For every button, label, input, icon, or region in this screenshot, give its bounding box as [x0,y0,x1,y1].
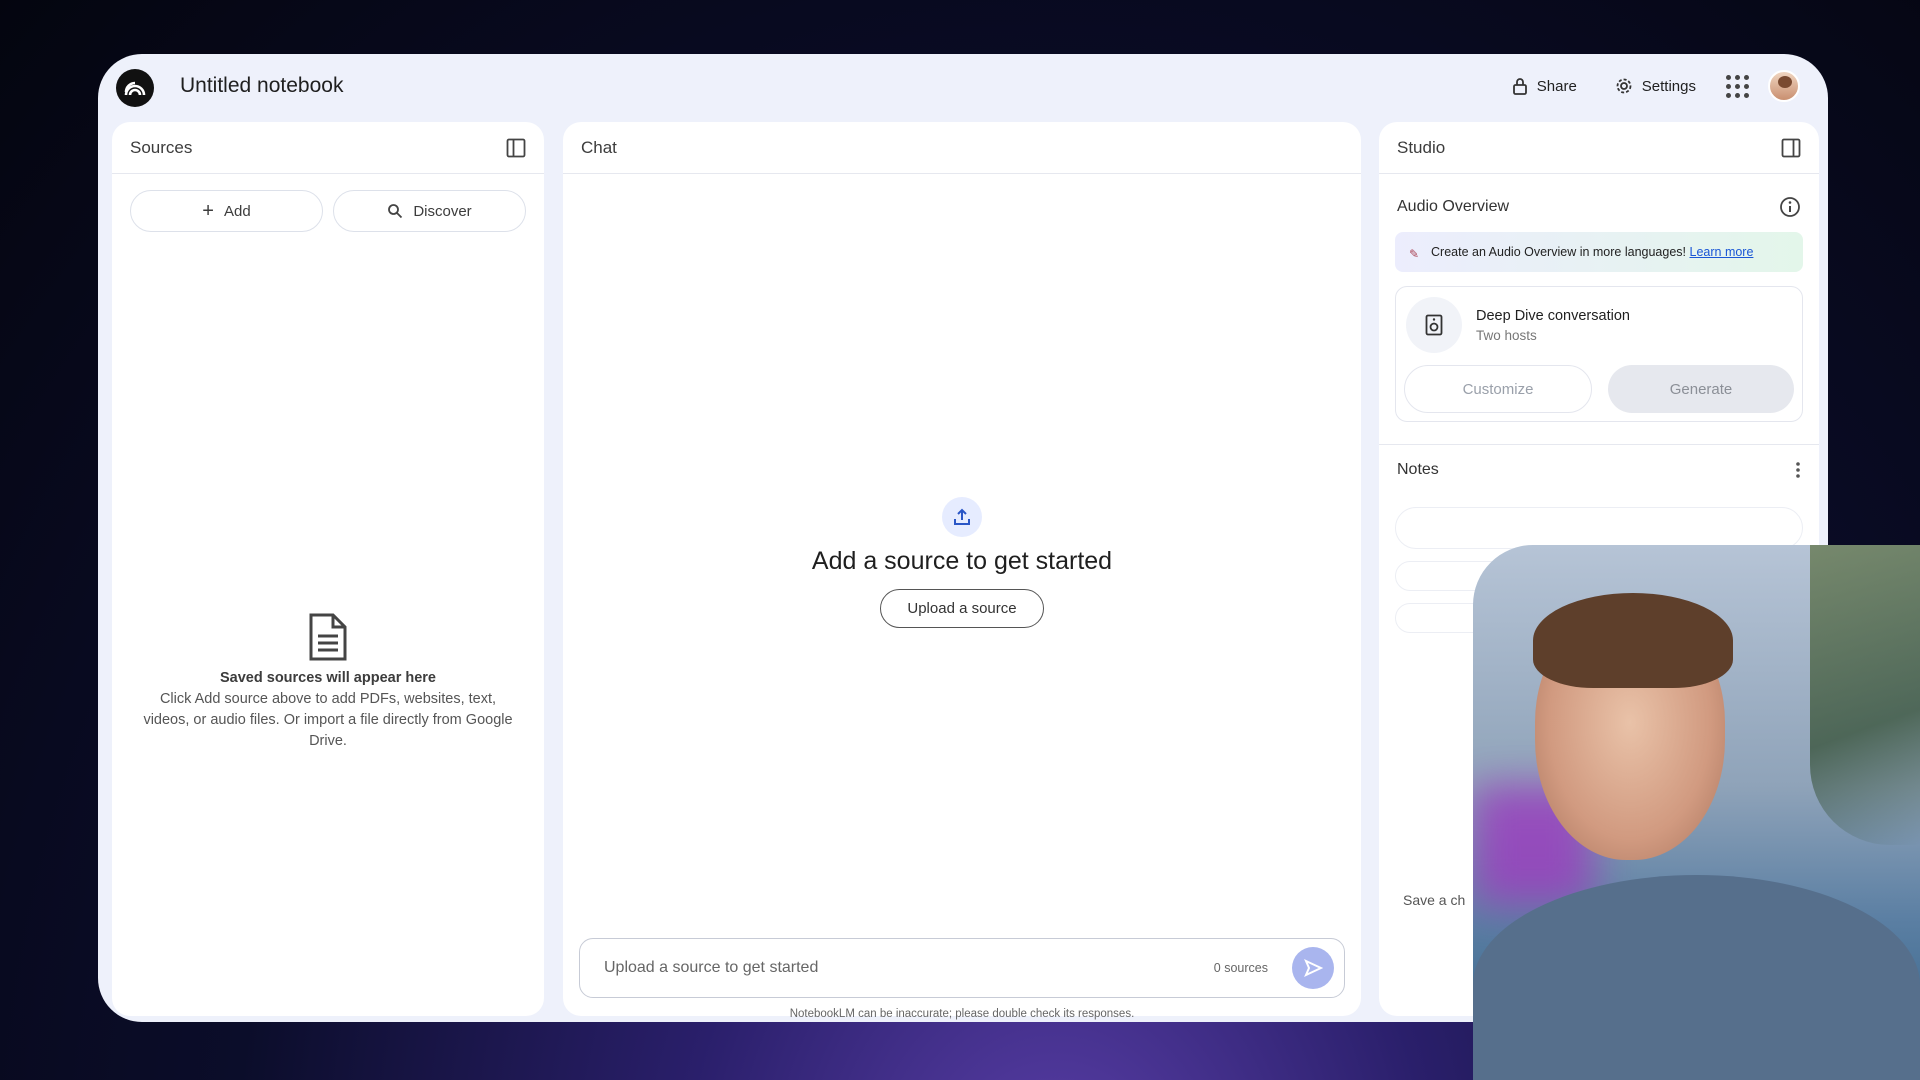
discover-search-icon [388,204,403,219]
upload-source-button[interactable]: Upload a source [880,589,1044,628]
top-actions: Share Settings [1502,70,1800,102]
send-button[interactable] [1292,947,1334,989]
webcam-plant [1810,545,1920,845]
promo-text: Create an Audio Overview in more languag… [1431,245,1687,259]
notebooklm-logo-icon[interactable] [116,69,154,107]
audio-promo-banner: ✎ Create an Audio Overview in more langu… [1395,232,1803,272]
add-source-button[interactable]: + Add [130,190,323,232]
lock-icon [1512,78,1527,95]
customize-button[interactable]: Customize [1404,365,1592,413]
share-label: Share [1536,77,1577,95]
chat-headline: Add a source to get started [811,547,1113,575]
gear-icon [1616,78,1632,94]
empty-sources-title: Saved sources will appear here [220,670,436,686]
share-button[interactable]: Share [1502,71,1587,101]
chat-empty-state: Add a source to get started Upload a sou… [563,497,1361,628]
settings-button[interactable]: Settings [1605,71,1706,101]
chat-input[interactable] [604,959,1214,977]
chat-title: Chat [581,137,617,157]
disclaimer: NotebookLM can be inaccurate; please dou… [789,1008,1135,1020]
upload-icon[interactable] [942,497,982,537]
webcam-overlay [1473,545,1920,1080]
plus-icon: + [202,200,214,222]
sparkle-icon: ✎ [1409,247,1420,261]
sources-header: Sources [112,122,544,174]
deep-dive-title: Deep Dive conversation [1476,307,1630,324]
chat-panel: Chat Add a source to get started Upload … [563,122,1361,1016]
notebook-title[interactable]: Untitled notebook [180,74,343,98]
deep-dive-card: Deep Dive conversation Two hosts Customi… [1395,286,1803,422]
add-label: Add [223,202,251,220]
studio-divider [1379,444,1819,445]
info-icon[interactable] [1779,196,1801,218]
deep-dive-subtitle: Two hosts [1476,327,1537,343]
webcam-person-hair [1533,593,1733,688]
more-vert-icon[interactable] [1795,461,1801,479]
chat-input-box[interactable]: 0 sources [579,938,1345,998]
speaker-icon [1406,297,1462,353]
discover-label: Discover [413,202,472,220]
send-icon [1304,958,1323,978]
sources-panel: Sources + Add Discover Saved sources wil… [112,122,544,1016]
notes-header: Notes [1379,461,1819,479]
notes-title: Notes [1397,461,1439,478]
generate-button[interactable]: Generate [1608,365,1794,413]
source-count: 0 sources [1213,961,1268,975]
sources-empty-state: Saved sources will appear here Click Add… [112,612,544,752]
sidebar-toggle-icon[interactable] [1781,138,1801,158]
top-bar: Untitled notebook Share Settings [98,54,1828,122]
add-note-button[interactable] [1395,507,1803,549]
settings-label: Settings [1641,77,1696,95]
sidebar-toggle-icon[interactable] [506,138,526,158]
discover-button[interactable]: Discover [333,190,526,232]
studio-header: Studio [1379,122,1819,174]
deep-dive-info: Deep Dive conversation Two hosts [1404,297,1794,353]
chat-header: Chat [563,122,1361,174]
document-icon [309,613,347,661]
audio-overview-header: Audio Overview [1379,196,1819,218]
studio-title: Studio [1397,137,1446,157]
avatar[interactable] [1768,70,1800,102]
learn-more-link[interactable]: Learn more [1690,245,1754,259]
notes-hint: Save a ch [1403,892,1466,908]
sources-title: Sources [130,137,193,157]
empty-sources-body: Click Add source above to add PDFs, webs… [143,691,513,749]
deep-dive-actions: Customize Generate [1404,365,1794,413]
apps-grid-icon[interactable] [1724,73,1750,99]
audio-overview-title: Audio Overview [1397,198,1510,215]
source-buttons: + Add Discover [112,174,544,248]
webcam-person-body [1473,875,1920,1080]
